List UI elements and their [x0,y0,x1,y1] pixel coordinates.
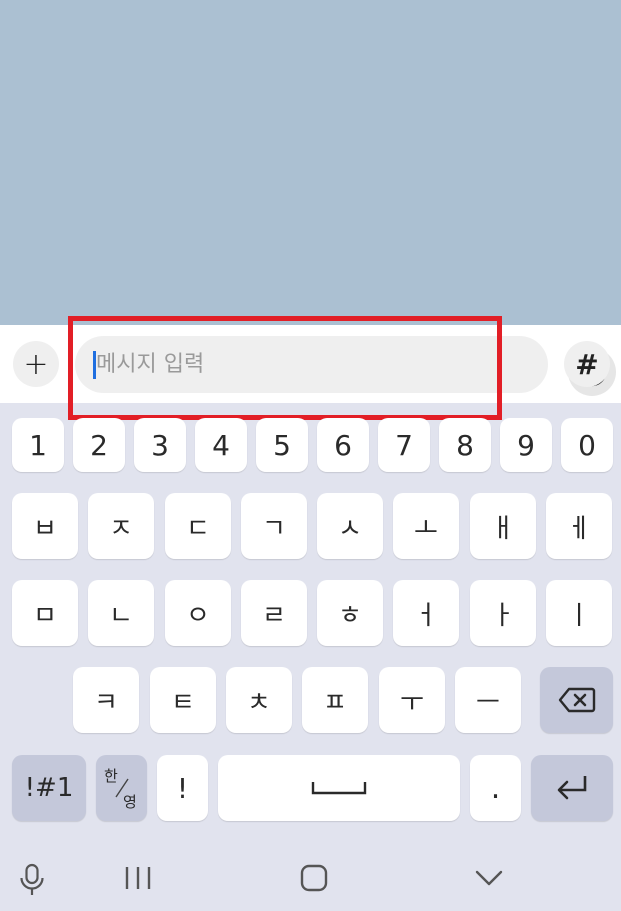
key-mieum[interactable]: ㅁ [12,580,78,646]
home-icon[interactable] [299,863,329,893]
key-nieun[interactable]: ㄴ [88,580,154,646]
key-4[interactable]: 4 [195,418,247,472]
key-7[interactable]: 7 [378,418,430,472]
microphone-icon[interactable] [18,863,46,897]
key-1[interactable]: 1 [12,418,64,472]
space-icon [311,782,367,795]
hashtag-button[interactable]: # [564,341,610,387]
key-eo[interactable]: ㅓ [393,580,459,646]
period-key[interactable]: . [470,755,521,821]
language-switch-key[interactable]: 한 영 [96,755,147,821]
enter-key[interactable] [531,755,613,821]
key-ieung[interactable]: ㅇ [165,580,231,646]
backspace-key[interactable] [540,667,613,733]
key-bieup[interactable]: ㅂ [12,493,78,559]
key-o[interactable]: ㅗ [393,493,459,559]
hashtag-icon: # [575,347,599,381]
key-jieut[interactable]: ㅈ [88,493,154,559]
key-giyeok[interactable]: ㄱ [241,493,307,559]
message-placeholder: 메시지 입력 [96,352,205,377]
hide-keyboard-icon[interactable] [474,867,504,889]
key-digeut[interactable]: ㄷ [165,493,231,559]
key-rieul[interactable]: ㄹ [241,580,307,646]
key-e[interactable]: ㅔ [546,493,612,559]
key-9[interactable]: 9 [500,418,552,472]
backspace-icon [558,687,595,713]
message-input-bar: + 메시지 입력 # [0,325,621,403]
key-eu[interactable]: ㅡ [455,667,521,733]
key-8[interactable]: 8 [439,418,491,472]
key-i[interactable]: ㅣ [546,580,612,646]
key-6[interactable]: 6 [317,418,369,472]
key-siot[interactable]: ㅅ [317,493,383,559]
chat-area [0,0,621,325]
key-5[interactable]: 5 [256,418,308,472]
key-hieut[interactable]: ㅎ [317,580,383,646]
plus-icon: + [23,346,49,382]
space-key[interactable] [218,755,460,821]
key-u[interactable]: ㅜ [379,667,445,733]
recent-apps-icon[interactable] [124,863,152,893]
enter-icon [557,776,587,800]
message-input[interactable]: 메시지 입력 [75,336,616,396]
add-attachment-button[interactable]: + [13,341,59,387]
exclamation-key[interactable]: ! [157,755,208,821]
key-3[interactable]: 3 [134,418,186,472]
key-0[interactable]: 0 [561,418,613,472]
key-chieut[interactable]: ㅊ [226,667,292,733]
key-ae[interactable]: ㅐ [470,493,536,559]
symbols-key[interactable]: !#1 [12,755,86,821]
key-2[interactable]: 2 [73,418,125,472]
key-kieuk[interactable]: ㅋ [73,667,139,733]
key-a[interactable]: ㅏ [470,580,536,646]
key-pieup[interactable]: ㅍ [302,667,368,733]
key-tieut[interactable]: ㅌ [150,667,216,733]
system-navigation-bar [0,845,621,911]
lang-english-label: 영 [123,793,137,811]
